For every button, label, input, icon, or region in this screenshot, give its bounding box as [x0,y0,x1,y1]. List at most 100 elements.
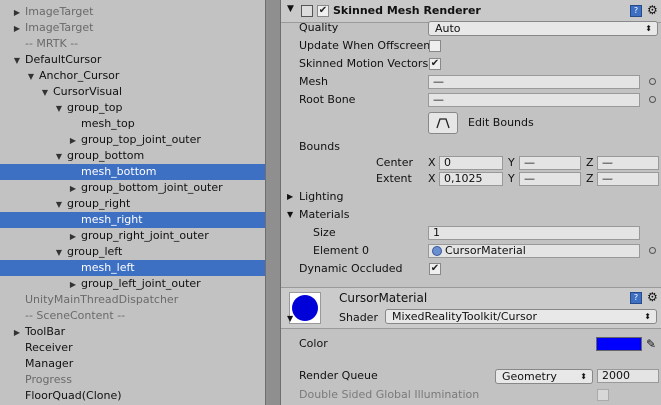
extent-z-label: Z [586,172,594,185]
hierarchy-item[interactable]: -- SceneContent -- [0,308,265,324]
render-queue-field[interactable]: 2000 [597,369,659,383]
quality-label: Quality [299,21,339,34]
collapse-arrow-icon[interactable]: ▶ [68,133,78,149]
collapse-arrow-icon[interactable]: ▶ [12,21,22,37]
hierarchy-item[interactable]: ▶ ImageTarget [0,4,265,20]
hierarchy-item[interactable]: ▶ ToolBar [0,324,265,340]
hierarchy-item[interactable]: Manager [0,356,265,372]
hierarchy-item[interactable]: ▼ group_left [0,244,265,260]
expand-arrow-icon[interactable]: ▼ [54,245,64,261]
expand-arrow-icon[interactable]: ▼ [54,149,64,165]
materials-foldout[interactable]: ▼ Materials [281,206,661,224]
update-offscreen-checkbox[interactable] [429,40,441,52]
hierarchy-item-label: ImageTarget [25,21,94,34]
lighting-foldout[interactable]: ▶ Lighting [281,188,661,206]
hierarchy-item[interactable]: ▼ CursorVisual [0,84,265,100]
extent-label: Extent [376,172,412,185]
foldout-arrow-icon[interactable]: ▼ [287,4,294,14]
extent-y-field[interactable]: — [519,172,581,186]
motion-vectors-label: Skinned Motion Vectors [299,57,429,70]
hierarchy-item[interactable]: ▼ group_right [0,196,265,212]
hierarchy-item[interactable]: ▶ group_right_joint_outer [0,228,265,244]
extent-row: Extent X 0,1025 Y — Z — [281,170,661,188]
dynamic-occluded-row: Dynamic Occluded ✔ [281,260,661,278]
double-sided-checkbox[interactable] [597,389,609,401]
hierarchy-item[interactable]: ▶ group_bottom_joint_outer [0,180,265,196]
material-sphere-icon [292,295,318,321]
hierarchy-item[interactable]: -- MRTK -- [0,36,265,52]
root-bone-field[interactable]: — [428,93,640,107]
dropdown-arrows-icon: ⬍ [580,372,587,381]
hierarchy-item-label: group_left_joint_outer [81,277,201,290]
object-picker-icon[interactable] [649,78,656,85]
expand-arrow-icon[interactable]: ▼ [40,85,50,101]
eyedropper-icon[interactable]: ✎ [646,335,656,353]
mesh-label: Mesh [299,75,328,88]
expand-arrow-icon[interactable]: ▼ [54,101,64,117]
hierarchy-item-label: group_bottom [67,149,145,162]
collapse-arrow-icon[interactable]: ▶ [68,229,78,245]
hierarchy-item[interactable]: Progress [0,372,265,388]
hierarchy-item[interactable]: ▼ DefaultCursor [0,52,265,68]
hierarchy-item[interactable]: ▼ group_top [0,100,265,116]
center-x-field[interactable]: 0 [439,156,503,170]
hierarchy-item[interactable]: Receiver [0,340,265,356]
collapse-arrow-icon[interactable]: ▶ [12,325,22,341]
object-picker-icon[interactable] [649,96,656,103]
render-queue-mode-dropdown[interactable]: Geometry ⬍ [495,369,593,384]
material-header[interactable]: CursorMaterial ▼ Shader MixedRealityTool… [281,287,661,329]
quality-dropdown[interactable]: Auto ⬍ [428,21,658,36]
extent-x-field[interactable]: 0,1025 [439,172,503,186]
hierarchy-item[interactable]: mesh_right [0,212,265,228]
hierarchy-item[interactable]: ▶ group_top_joint_outer [0,132,265,148]
hierarchy-item[interactable]: FloorQuad(Clone) [0,388,265,404]
hierarchy-item-label: group_right_joint_outer [81,229,209,242]
expand-arrow-icon[interactable]: ▼ [12,53,22,69]
collapse-arrow-icon[interactable]: ▶ [12,5,22,21]
component-enabled-checkbox[interactable]: ✔ [317,5,329,17]
dynamic-occluded-label: Dynamic Occluded [299,262,403,275]
settings-gear-icon[interactable]: ⚙ [647,290,658,304]
component-title: Skinned Mesh Renderer [333,4,481,17]
object-picker-icon[interactable] [649,247,656,254]
extent-z-field[interactable]: — [597,172,659,186]
hierarchy-item[interactable]: mesh_left [0,260,265,276]
collapse-arrow-icon[interactable]: ▶ [68,181,78,197]
hierarchy-item-label: group_left [67,245,123,258]
size-field[interactable]: 1 [428,226,640,240]
foldout-arrow-icon[interactable]: ▼ [287,314,293,323]
hierarchy-item[interactable]: ▼ group_bottom [0,148,265,164]
mesh-field[interactable]: — [428,75,640,89]
help-icon[interactable]: ? [630,292,642,304]
hierarchy-item-label: mesh_left [81,261,135,274]
settings-gear-icon[interactable]: ⚙ [647,3,658,17]
hierarchy-item[interactable]: ▶ group_left_joint_outer [0,276,265,292]
hierarchy-item-label: mesh_right [81,213,143,226]
element0-value: CursorMaterial [445,244,526,257]
edit-bounds-label: Edit Bounds [468,116,534,129]
hierarchy-item[interactable]: mesh_bottom [0,164,265,180]
hierarchy-item[interactable]: UnityMainThreadDispatcher [0,292,265,308]
hierarchy-item[interactable]: mesh_top [0,116,265,132]
expand-arrow-icon[interactable]: ▼ [54,197,64,213]
shader-label: Shader [339,311,378,324]
shader-dropdown[interactable]: MixedRealityToolkit/Cursor ⬍ [385,309,657,324]
center-z-field[interactable]: — [597,156,659,170]
hierarchy-item-label: group_bottom_joint_outer [81,181,223,194]
motion-vectors-checkbox[interactable]: ✔ [429,58,441,70]
center-y-field[interactable]: — [519,156,581,170]
help-icon[interactable]: ? [630,5,642,17]
color-swatch[interactable] [596,337,642,351]
panel-splitter[interactable] [265,0,281,405]
size-label: Size [313,226,336,239]
dynamic-occluded-checkbox[interactable]: ✔ [429,263,441,275]
hierarchy-item[interactable]: ▶ ImageTarget [0,20,265,36]
hierarchy-item-label: DefaultCursor [25,53,102,66]
expand-arrow-icon[interactable]: ▼ [26,69,36,85]
hierarchy-item[interactable]: ▼ Anchor_Cursor [0,68,265,84]
color-row: Color ✎ [281,335,661,353]
edit-bounds-button[interactable] [428,112,458,134]
collapse-arrow-icon[interactable]: ▶ [68,277,78,293]
color-label: Color [299,337,328,350]
element0-field[interactable]: CursorMaterial [428,244,640,258]
